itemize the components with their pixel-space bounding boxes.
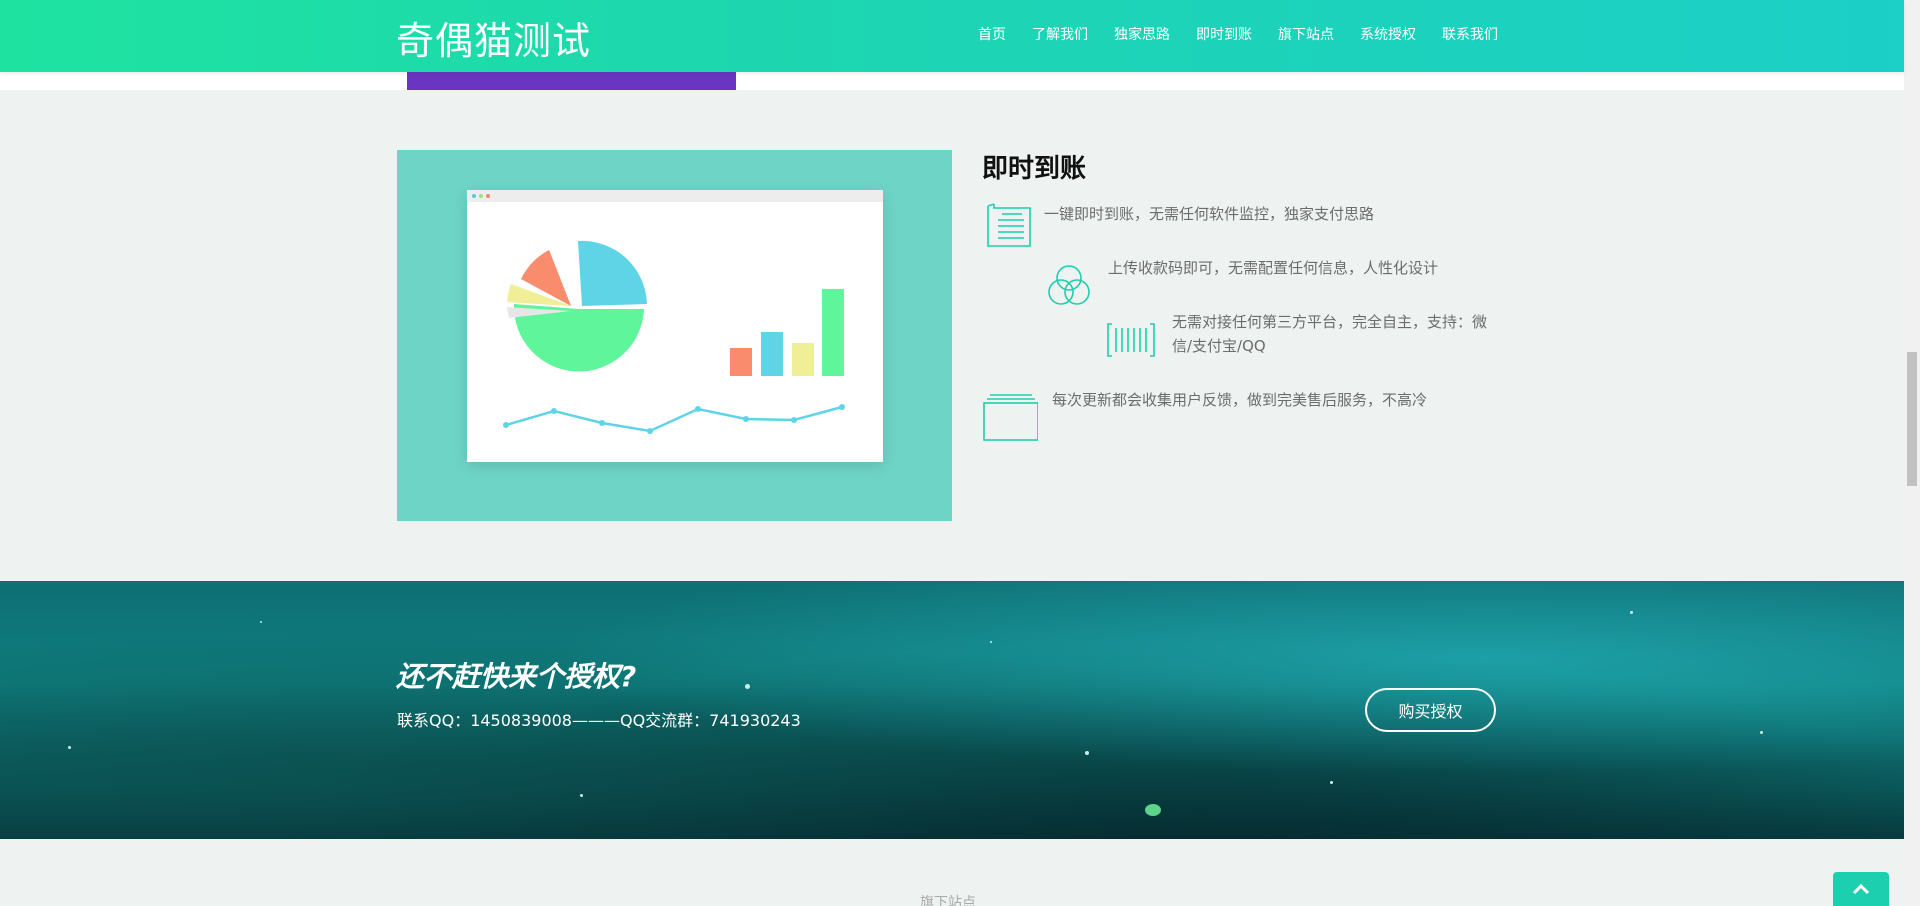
star-decoration — [260, 621, 262, 623]
page-scrollbar[interactable] — [1904, 0, 1920, 906]
banner-title: 还不赶快来个授权? — [396, 660, 637, 693]
buy-license-button[interactable]: 购买授权 — [1365, 688, 1496, 732]
back-to-top-button[interactable] — [1833, 872, 1889, 906]
nav-item-home[interactable]: 首页 — [978, 24, 1006, 44]
nav-item-contact[interactable]: 联系我们 — [1442, 24, 1498, 44]
star-decoration — [1330, 781, 1333, 784]
section-divider — [0, 72, 1904, 90]
dashboard-window-image — [467, 190, 883, 462]
feature-item: 上传收款码即可，无需配置任何信息，人性化设计 — [1044, 259, 1438, 312]
document-icon — [987, 203, 1031, 247]
purple-accent-bar — [407, 72, 736, 90]
nav-item-instant[interactable]: 即时到账 — [1196, 24, 1252, 44]
nav-item-about[interactable]: 了解我们 — [1032, 24, 1088, 44]
star-decoration — [990, 641, 992, 643]
star-decoration — [580, 794, 583, 797]
nav-item-license[interactable]: 系统授权 — [1360, 24, 1416, 44]
star-decoration — [1085, 751, 1089, 755]
chevron-up-icon — [1852, 883, 1870, 895]
feature-text: 一键即时到账，无需任何软件监控，独家支付思路 — [1044, 205, 1375, 223]
banner-contact-text: 联系QQ：1450839008———QQ交流群：741930243 — [397, 711, 801, 730]
feature-text: 每次更新都会收集用户反馈，做到完美售后服务，不高冷 — [1052, 391, 1428, 409]
scrollbar-thumb[interactable] — [1907, 352, 1917, 486]
star-decoration — [745, 684, 750, 689]
feature-item: 无需对接任何第三方平台，完全自主，支持：微信/支付宝/QQ — [1106, 313, 1502, 366]
main-nav: 首页 了解我们 独家思路 即时到账 旗下站点 系统授权 联系我们 — [978, 24, 1524, 44]
feature-illustration — [397, 150, 952, 521]
feature-item: 一键即时到账，无需任何软件监控，独家支付思路 — [982, 200, 1374, 250]
site-header: 奇偶猫测试 首页 了解我们 独家思路 即时到账 旗下站点 系统授权 联系我们 — [0, 0, 1904, 72]
feature-title: 即时到账 — [982, 154, 1087, 184]
feature-item: 每次更新都会收集用户反馈，做到完美售后服务，不高冷 — [982, 391, 1427, 442]
star-decoration — [68, 746, 71, 749]
nav-item-ideas[interactable]: 独家思路 — [1114, 24, 1170, 44]
section-heading-partial: 旗下站点 — [920, 895, 976, 906]
dashboard-chart-graphic — [503, 240, 845, 434]
star-decoration — [1145, 804, 1161, 816]
nav-item-sites[interactable]: 旗下站点 — [1278, 24, 1334, 44]
circles-icon — [1048, 265, 1090, 305]
feature-text: 无需对接任何第三方平台，完全自主，支持：微信/支付宝/QQ — [1172, 313, 1488, 355]
license-banner: 还不赶快来个授权? 联系QQ：1450839008———QQ交流群：741930… — [0, 581, 1904, 839]
feature-text: 上传收款码即可，无需配置任何信息，人性化设计 — [1108, 259, 1439, 277]
stack-icon — [983, 394, 1038, 441]
star-decoration — [1760, 731, 1763, 734]
barcode-icon — [1107, 323, 1155, 357]
star-decoration — [1630, 611, 1633, 614]
site-logo[interactable]: 奇偶猫测试 — [396, 10, 591, 65]
